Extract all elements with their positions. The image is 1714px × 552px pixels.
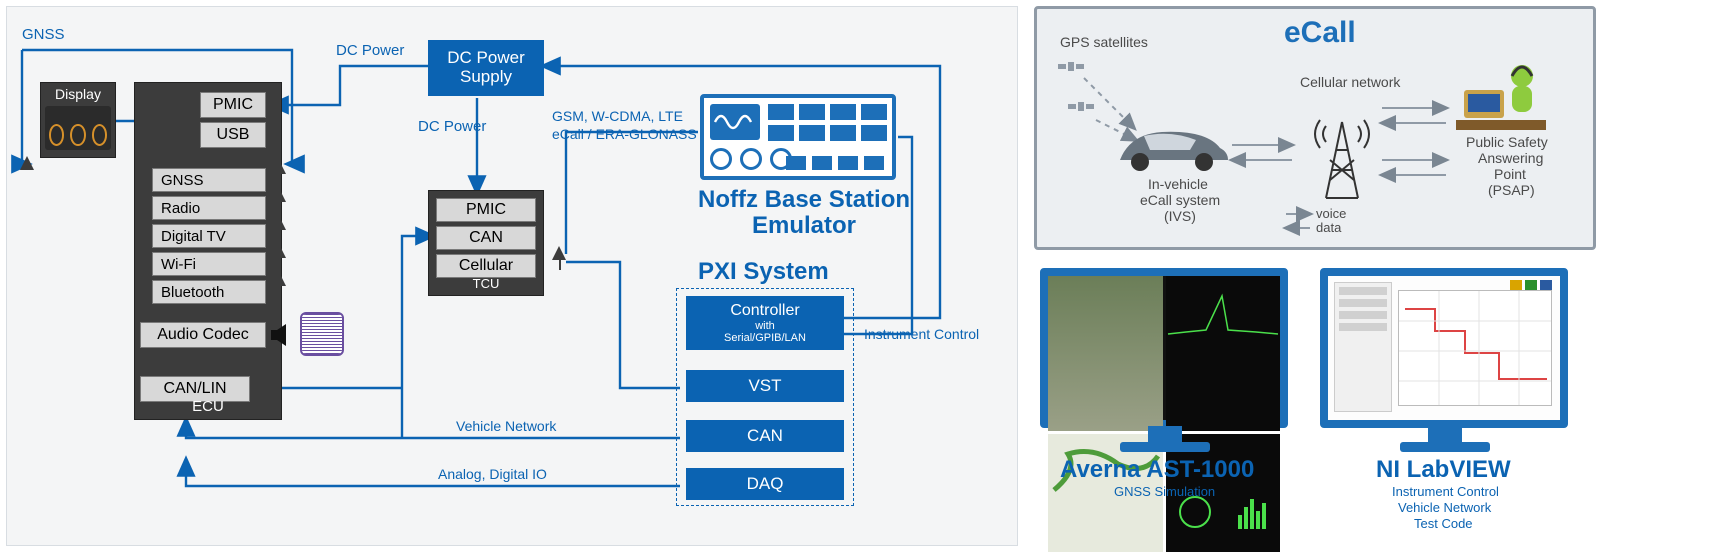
display-screen-icon [45, 106, 111, 150]
ecall-cell: Cellular network [1300, 74, 1400, 90]
ecu-pmic: PMIC [200, 92, 266, 118]
pxi-title: PXI System [698, 258, 829, 286]
ecu-wifi: Wi-Fi [152, 252, 266, 276]
pxi-daq: DAQ [686, 468, 844, 500]
antenna-icon [20, 156, 34, 170]
display-block: Display [40, 82, 116, 158]
tcu-cell: Cellular [436, 254, 536, 278]
dc-label-1: DC Power [336, 42, 404, 59]
tcu-label: TCU [428, 276, 544, 291]
ast-title: Averna AST-1000 [1060, 456, 1254, 484]
ecu-usb: USB [200, 122, 266, 148]
dc-label-2: DC Power [418, 118, 486, 135]
display-title: Display [41, 83, 115, 102]
dcps-line2: Supply [460, 68, 512, 87]
audio-out-icon [270, 322, 288, 348]
antenna-icon [552, 246, 566, 260]
pxi-controller-label: Controller [730, 302, 799, 320]
ecall-gps: GPS satellites [1060, 34, 1148, 50]
bse-modes-b: eCall / ERA-GLONASS [552, 126, 697, 142]
labview-sub3: Test Code [1414, 516, 1473, 531]
speaker-icon [300, 312, 344, 356]
gauge-icon [49, 124, 64, 146]
car-icon [1110, 120, 1230, 176]
gauge-icon [92, 124, 107, 146]
pxi-vst: VST [686, 370, 844, 402]
ast-monitor [1040, 268, 1288, 428]
gnss-label: GNSS [22, 26, 65, 43]
ecu-label: ECU [134, 398, 282, 415]
bse-title-2: Emulator [752, 212, 856, 240]
ecall-ivs2: eCall system [1140, 192, 1220, 208]
ecu-bt: Bluetooth [152, 280, 266, 304]
labview-monitor [1320, 268, 1568, 428]
ecu-dtv: Digital TV [152, 224, 266, 248]
antenna-icon [272, 160, 286, 174]
step-plot-icon [1398, 290, 1552, 406]
bus-vn: Vehicle Network [456, 418, 556, 434]
ecall-psap-4: (PSAP) [1488, 182, 1535, 198]
spectrum-icon [1166, 276, 1281, 431]
bse-modes-a: GSM, W-CDMA, LTE [552, 108, 683, 124]
ecall-data: data [1316, 220, 1341, 235]
ecu-audio: Audio Codec [140, 322, 266, 348]
pxi-controller-sub2: Serial/GPIB/LAN [724, 332, 806, 344]
antenna-icon [272, 216, 286, 230]
thumbnail-icon [1048, 276, 1163, 431]
dc-power-supply: DC Power Supply [428, 40, 544, 96]
bse-icon [700, 94, 896, 180]
satellite-icon [1056, 56, 1086, 78]
ecall-psap-2: Answering [1478, 150, 1543, 166]
ecall-psap-3: Point [1494, 166, 1526, 182]
gauge-icon [70, 124, 85, 146]
labview-sub1: Instrument Control [1392, 484, 1499, 499]
ast-sub: GNSS Simulation [1114, 484, 1215, 499]
tcu-can: CAN [436, 226, 536, 250]
ecu-gnss: GNSS [152, 168, 266, 192]
ecu-radio: Radio [152, 196, 266, 220]
dcps-line1: DC Power [447, 49, 524, 68]
pxi-can: CAN [686, 420, 844, 452]
ecall-title: eCall [1284, 16, 1356, 50]
antenna-icon [272, 272, 286, 286]
cell-tower-icon [1312, 110, 1372, 202]
bus-aio: Analog, Digital IO [438, 466, 547, 482]
pxi-controller-sub1: with [755, 320, 775, 332]
labview-title: NI LabVIEW [1376, 456, 1511, 484]
labview-sub2: Vehicle Network [1398, 500, 1491, 515]
tcu-pmic: PMIC [436, 198, 536, 222]
ecall-psap-1: Public Safety [1466, 134, 1548, 150]
ecall-voice: voice [1316, 206, 1346, 221]
ecall-ivs3: (IVS) [1164, 208, 1196, 224]
pxi-controller: Controller with Serial/GPIB/LAN [686, 296, 844, 350]
satellite-icon [1066, 96, 1096, 118]
bse-title-1: Noffz Base Station [698, 186, 910, 214]
pxi-instr-label: Instrument Control [864, 326, 979, 342]
monitor-base-icon [1400, 442, 1490, 452]
monitor-base-icon [1120, 442, 1210, 452]
psap-icon [1456, 54, 1546, 132]
antenna-icon [272, 188, 286, 202]
ecall-ivs1: In-vehicle [1148, 176, 1208, 192]
antenna-icon [272, 244, 286, 258]
